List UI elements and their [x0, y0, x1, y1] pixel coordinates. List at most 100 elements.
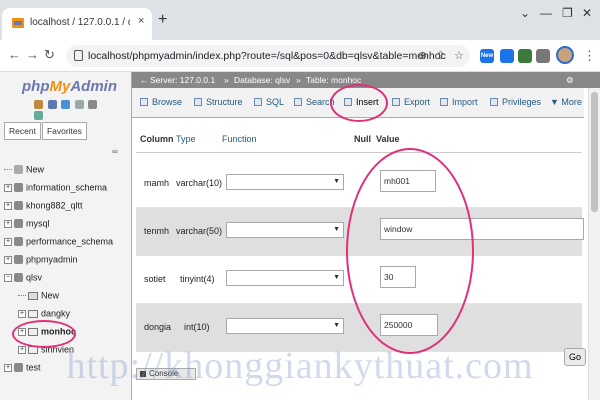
address-bar: ← → ↻ localhost/phpmyadmin/index.php?rou…: [0, 40, 600, 72]
browser-tab[interactable]: localhost / 127.0.0.1 / qlsv / mon ×: [2, 8, 152, 40]
database-icon: [14, 219, 23, 229]
logo-admin: Admin: [70, 78, 118, 95]
function-select[interactable]: ▼: [226, 174, 344, 190]
tab-search[interactable]: Search: [294, 97, 335, 107]
collapse-icon[interactable]: −: [4, 273, 12, 282]
url-field[interactable]: localhost/phpmyadmin/index.php?route=/sq…: [66, 45, 470, 67]
home-icon[interactable]: [34, 100, 43, 109]
reload-button[interactable]: ↻: [44, 48, 55, 62]
tab-export[interactable]: Export: [392, 97, 430, 107]
nav-icon-row: [34, 100, 104, 120]
new-tab-button[interactable]: +: [158, 12, 167, 28]
phpmyadmin-favicon-icon: [12, 18, 24, 28]
tab-privileges[interactable]: Privileges: [490, 97, 541, 107]
zoom-icon[interactable]: ⊕: [418, 49, 427, 62]
header-divider: [136, 152, 582, 153]
header-value: Value: [376, 134, 400, 144]
function-select[interactable]: ▼: [226, 222, 344, 238]
tab-recent[interactable]: Recent: [4, 122, 41, 140]
expand-icon[interactable]: +: [4, 255, 12, 264]
database-icon: [14, 273, 23, 283]
reload-nav-icon[interactable]: [34, 111, 43, 120]
browser-tab-bar: localhost / 127.0.0.1 / qlsv / mon × + ⌄…: [0, 0, 600, 40]
tree-label: performance_schema: [26, 236, 114, 247]
tab-label: Export: [404, 97, 431, 107]
header-function[interactable]: Function: [222, 134, 257, 144]
sql-icon: [254, 98, 262, 106]
scrollbar-thumb[interactable]: [591, 92, 598, 212]
tab-browse[interactable]: Browse: [140, 97, 182, 107]
tab-label: Privileges: [502, 97, 542, 107]
tree-item-performance-schema[interactable]: + performance_schema: [4, 236, 113, 250]
chevron-down-icon[interactable]: ⌄: [520, 6, 530, 20]
logo-php: php: [22, 78, 50, 95]
tree-item-phpmyadmin[interactable]: + phpmyadmin: [4, 254, 78, 268]
header-column: Column: [140, 134, 174, 144]
tab-favorites[interactable]: Favorites: [41, 122, 87, 140]
breadcrumb-server[interactable]: Server: 127.0.0.1: [150, 75, 215, 85]
minimize-button[interactable]: —: [540, 6, 552, 20]
tree-item-qlsv[interactable]: − qlsv: [4, 272, 42, 286]
row-type: varchar(50): [176, 226, 223, 236]
browser-menu-icon[interactable]: ⋮: [583, 48, 596, 64]
close-window-button[interactable]: ✕: [582, 6, 592, 20]
tab-more[interactable]: ▼ More: [550, 97, 582, 107]
function-select[interactable]: ▼: [226, 270, 344, 286]
row-column-name: dongia: [144, 322, 172, 332]
header-type[interactable]: Type: [176, 134, 196, 144]
link-icon[interactable]: ∞: [112, 147, 118, 156]
database-icon: [14, 183, 23, 193]
function-select[interactable]: ▼: [226, 318, 344, 334]
star-icon[interactable]: ☆: [454, 49, 464, 62]
forward-button[interactable]: →: [26, 48, 39, 62]
expand-icon[interactable]: +: [4, 237, 12, 246]
highlight-ring-insert: [330, 84, 388, 122]
extension-icon[interactable]: [500, 49, 514, 63]
tree-item-khong882-qltt[interactable]: + khong882_qltt: [4, 200, 83, 214]
tab-label: Import: [452, 97, 478, 107]
tree-item-information-schema[interactable]: + information_schema: [4, 182, 107, 196]
chevron-down-icon: ▼: [333, 226, 340, 233]
structure-icon: [194, 98, 202, 106]
chevron-down-icon: ▼: [333, 322, 340, 329]
phpmyadmin-logo[interactable]: phpMyAdmin: [22, 78, 117, 95]
tree-label: New: [26, 164, 45, 175]
tab-sql[interactable]: SQL: [254, 97, 284, 107]
search-icon: [294, 98, 302, 106]
tree-label: dangky: [41, 308, 71, 319]
tree-label: qlsv: [26, 272, 43, 283]
header-null: Null: [354, 134, 371, 144]
help-icon[interactable]: [61, 100, 71, 109]
chevron-down-icon: ▼: [550, 97, 562, 107]
puzzle-icon[interactable]: [536, 49, 550, 63]
extension-icon[interactable]: [518, 49, 532, 63]
docs-icon[interactable]: [74, 100, 84, 109]
tree-item-new[interactable]: New: [4, 164, 44, 178]
url-text: localhost/phpmyadmin/index.php?route=/sq…: [88, 50, 446, 62]
highlight-ring-values: [346, 148, 474, 354]
logout-icon[interactable]: [47, 100, 57, 109]
tab-close-icon[interactable]: ×: [138, 15, 144, 27]
back-button[interactable]: ←: [8, 48, 21, 62]
tree-item-mysql[interactable]: + mysql: [4, 218, 50, 232]
table-icon: [28, 309, 38, 318]
privileges-icon: [490, 98, 498, 106]
expand-icon[interactable]: +: [4, 219, 12, 228]
avatar[interactable]: [556, 46, 574, 64]
expand-icon[interactable]: +: [4, 183, 12, 192]
gear-icon[interactable]: ⚙: [566, 75, 574, 86]
expand-icon[interactable]: +: [4, 201, 12, 210]
logo-my: My: [49, 78, 71, 95]
row-type: varchar(10): [176, 178, 223, 188]
tree-label: New: [41, 290, 60, 301]
import-icon: [440, 98, 448, 106]
expand-icon[interactable]: +: [18, 309, 26, 318]
tree-item-qlsv-new[interactable]: New: [18, 290, 59, 304]
breadcrumb-database[interactable]: Database: qlsv: [234, 75, 290, 85]
share-icon[interactable]: ⇪: [436, 49, 445, 62]
settings-icon[interactable]: [88, 100, 98, 109]
extension-new-button[interactable]: New: [480, 49, 494, 63]
tab-import[interactable]: Import: [440, 97, 478, 107]
tab-structure[interactable]: Structure: [194, 97, 243, 107]
restore-button[interactable]: ❐: [562, 6, 573, 20]
